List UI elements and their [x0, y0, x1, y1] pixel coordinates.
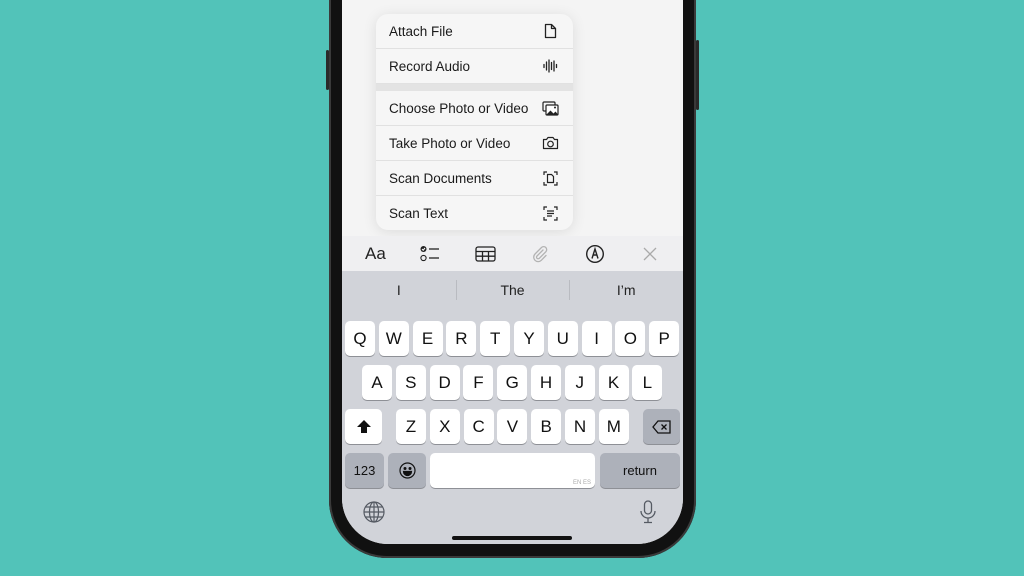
globe-icon — [363, 501, 385, 523]
key-o[interactable]: O — [615, 321, 646, 356]
key-t[interactable]: T — [480, 321, 511, 356]
menu-item-scan-documents[interactable]: Scan Documents — [376, 161, 573, 196]
close-button[interactable] — [635, 239, 665, 269]
menu-item-choose-photo[interactable]: Choose Photo or Video — [376, 91, 573, 126]
phone-frame: Attach File Record Audio Choose Photo or… — [326, 0, 699, 558]
menu-item-label: Record Audio — [389, 58, 471, 74]
key-b[interactable]: B — [531, 409, 562, 444]
key-f[interactable]: F — [463, 365, 494, 400]
key-n[interactable]: N — [565, 409, 595, 444]
menu-item-label: Choose Photo or Video — [389, 100, 529, 116]
key-k[interactable]: K — [598, 365, 629, 400]
menu-item-take-photo[interactable]: Take Photo or Video — [376, 126, 573, 161]
menu-item-label: Scan Text — [389, 205, 449, 221]
camera-icon — [541, 134, 559, 152]
key-e[interactable]: E — [412, 321, 443, 356]
table-icon — [474, 245, 496, 262]
return-key[interactable]: return — [600, 453, 680, 488]
markup-button[interactable] — [580, 239, 610, 269]
key-h[interactable]: H — [531, 365, 561, 400]
menu-item-label: Take Photo or Video — [389, 135, 511, 151]
menu-item-attach-file[interactable]: Attach File — [376, 14, 573, 49]
home-indicator — [452, 536, 572, 540]
predictive-bar: I The I’m — [342, 271, 683, 309]
side-button — [696, 40, 699, 110]
table-button[interactable] — [470, 239, 500, 269]
delete-key[interactable] — [643, 409, 680, 444]
space-language-hint: EN ES — [572, 480, 591, 486]
menu-item-record-audio[interactable]: Record Audio — [376, 49, 573, 84]
photo-library-icon — [541, 99, 559, 117]
paperclip-icon — [532, 245, 548, 262]
menu-item-label: Scan Documents — [389, 170, 492, 186]
format-button[interactable]: Aa — [360, 239, 390, 269]
key-r[interactable]: R — [446, 321, 477, 356]
menu-item-label: Attach File — [389, 23, 453, 39]
document-icon — [541, 22, 559, 40]
suggestion[interactable]: I’m — [569, 280, 683, 300]
attach-button[interactable] — [525, 239, 555, 269]
numbers-key[interactable]: 123 — [345, 453, 384, 488]
emoji-key[interactable] — [388, 453, 426, 488]
attachment-menu: Attach File Record Audio Choose Photo or… — [376, 14, 573, 230]
key-l[interactable]: L — [632, 365, 663, 400]
dictation-button[interactable] — [639, 500, 659, 526]
key-i[interactable]: I — [581, 321, 612, 356]
key-c[interactable]: C — [463, 409, 494, 444]
scan-text-icon — [541, 204, 559, 222]
scan-document-icon — [541, 169, 559, 187]
checklist-button[interactable] — [415, 239, 445, 269]
key-y[interactable]: Y — [514, 321, 544, 356]
key-p[interactable]: P — [649, 321, 680, 356]
keyboard: I The I’m Q W E R T Y U I O P A S D F G H J K L Z X C V B N M 123 E… — [342, 271, 683, 544]
side-button — [326, 50, 329, 90]
key-z[interactable]: Z — [396, 409, 426, 444]
key-g[interactable]: G — [497, 365, 528, 400]
screen: Attach File Record Audio Choose Photo or… — [342, 0, 683, 544]
key-v[interactable]: V — [497, 409, 528, 444]
key-x[interactable]: X — [429, 409, 460, 444]
space-key[interactable]: EN ES — [430, 453, 595, 488]
key-q[interactable]: Q — [345, 321, 375, 356]
notes-toolbar: Aa — [342, 236, 683, 271]
waveform-icon — [541, 57, 559, 75]
shift-icon — [356, 420, 371, 433]
key-w[interactable]: W — [378, 321, 409, 356]
globe-button[interactable] — [363, 501, 387, 525]
key-s[interactable]: S — [395, 365, 426, 400]
key-u[interactable]: U — [547, 321, 578, 356]
microphone-icon — [640, 500, 656, 524]
key-a[interactable]: A — [362, 365, 392, 400]
key-j[interactable]: J — [564, 365, 595, 400]
menu-separator — [376, 84, 573, 91]
key-d[interactable]: D — [429, 365, 460, 400]
emoji-icon — [398, 462, 416, 479]
suggestion[interactable]: The — [455, 280, 570, 300]
format-icon: Aa — [365, 243, 386, 263]
suggestion[interactable]: I — [342, 282, 456, 298]
markup-icon — [585, 244, 604, 263]
shift-key[interactable] — [345, 409, 382, 444]
close-icon — [643, 247, 657, 260]
checklist-icon — [420, 245, 440, 261]
menu-item-scan-text[interactable]: Scan Text — [376, 196, 573, 230]
delete-icon — [651, 419, 671, 434]
key-m[interactable]: M — [598, 409, 629, 444]
